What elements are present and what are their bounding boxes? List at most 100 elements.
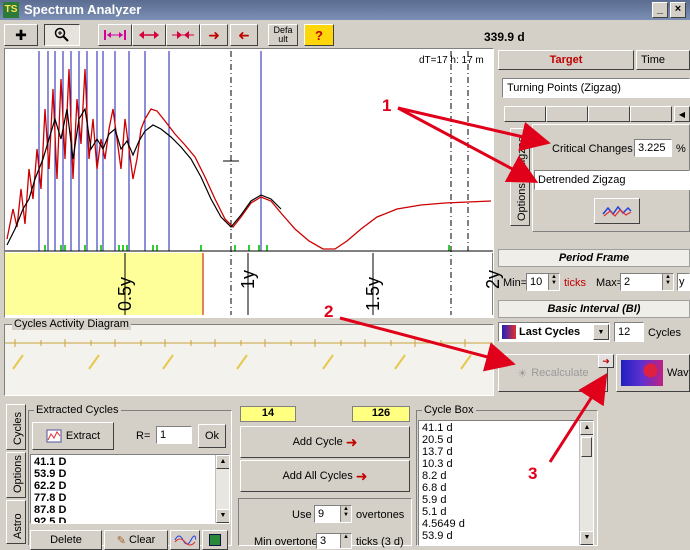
minimize-button[interactable]: _ bbox=[652, 2, 668, 18]
delete-button[interactable]: Delete bbox=[30, 530, 102, 550]
vtab-options[interactable]: Options bbox=[510, 174, 530, 226]
scroll-down-button[interactable]: ▼ bbox=[216, 509, 229, 523]
side-tab-astro[interactable]: Astro bbox=[6, 500, 26, 544]
extracted-list-scrollbar[interactable]: ▲ ▼ bbox=[215, 455, 229, 523]
list-item[interactable]: 6.8 d bbox=[422, 482, 590, 494]
list-item[interactable]: 5.1 d bbox=[422, 506, 590, 518]
max-unit-select[interactable]: y bbox=[677, 273, 690, 291]
list-item[interactable]: 53.9 d bbox=[422, 530, 590, 542]
list-item[interactable]: 4.5649 d bbox=[422, 518, 590, 530]
recalculate-button[interactable]: ☀ Recalculate bbox=[498, 354, 608, 392]
max-period-value: 2 bbox=[624, 276, 631, 288]
cycle-box-list[interactable]: 41.1 d 20.5 d 13.7 d 10.3 d 8.2 d 6.8 d … bbox=[418, 420, 594, 546]
list-item[interactable]: 77.8 D bbox=[34, 492, 226, 504]
detrended-select[interactable]: Detrended Zigzag bbox=[534, 170, 690, 190]
clear-button[interactable]: ✎ Clear bbox=[104, 530, 168, 550]
tab-time[interactable]: Time bbox=[636, 50, 690, 70]
bi-mode-select[interactable]: Last Cycles ▼ bbox=[498, 322, 610, 342]
expand-both-button[interactable] bbox=[132, 24, 166, 46]
bi-mode-dropdown[interactable]: ▼ bbox=[593, 324, 609, 340]
arrow-left-small-icon: ◀ bbox=[678, 109, 686, 119]
add-cycle-button[interactable]: Add Cycle ➜ bbox=[240, 426, 410, 458]
bi-mode-value: Last Cycles bbox=[519, 326, 581, 338]
close-button[interactable]: × bbox=[670, 2, 686, 18]
compress-arrows-icon bbox=[172, 31, 194, 39]
default-button[interactable]: Defa ult bbox=[268, 24, 298, 46]
compress-button[interactable] bbox=[166, 24, 200, 46]
scroll-up-button[interactable]: ▲ bbox=[216, 455, 229, 469]
help-button[interactable]: ? bbox=[304, 24, 334, 46]
max-period-field[interactable]: 2 ▲ ▼ bbox=[620, 273, 674, 291]
basic-interval-title: Basic Interval (BI) bbox=[498, 300, 690, 318]
activity-diagram-title: Cycles Activity Diagram bbox=[12, 318, 131, 330]
crosshair-icon: ✚ bbox=[15, 26, 27, 43]
tab-target[interactable]: Target bbox=[498, 50, 634, 70]
spreadsheet-icon bbox=[209, 534, 221, 546]
list-item[interactable]: 20.5 d bbox=[422, 434, 590, 446]
move-tool-button[interactable]: ✚ bbox=[4, 24, 38, 46]
expand-left-button[interactable] bbox=[98, 24, 132, 46]
wave-label: Wav bbox=[667, 367, 689, 379]
arrow-right-icon: ➜ bbox=[208, 26, 220, 43]
list-item[interactable]: 53.9 D bbox=[34, 468, 226, 480]
extracted-cycles-title: Extracted Cycles bbox=[34, 404, 121, 416]
extract-button[interactable]: Extract bbox=[32, 422, 114, 450]
subtab-scroll-button[interactable]: ◀ bbox=[674, 106, 690, 122]
wave-view-button[interactable] bbox=[170, 530, 200, 550]
export-button[interactable] bbox=[202, 530, 228, 550]
spectrum-chart[interactable]: dT=17 h: 17 m 0.5y 1y 1.5y 2y bbox=[4, 48, 503, 318]
side-tab-options[interactable]: Options bbox=[6, 452, 26, 498]
list-item[interactable]: 62.2 D bbox=[34, 480, 226, 492]
cycles-activity-diagram[interactable] bbox=[4, 324, 494, 396]
list-item[interactable]: 41.1 D bbox=[34, 456, 226, 468]
scroll-left-button[interactable]: ➜ bbox=[230, 24, 258, 46]
wave-button[interactable]: Wav bbox=[616, 354, 690, 392]
subtab-3[interactable] bbox=[588, 106, 630, 122]
annotation-2: 2 bbox=[324, 302, 334, 321]
recalculate-label: Recalculate bbox=[531, 367, 589, 379]
vtab-zigzag[interactable]: Zigzag bbox=[510, 128, 530, 174]
r-field[interactable]: 1 bbox=[156, 426, 192, 444]
scroll-right-button[interactable]: ➜ bbox=[200, 24, 228, 46]
subtab-4[interactable] bbox=[630, 106, 672, 122]
window-title: Spectrum Analyzer bbox=[24, 2, 142, 17]
side-tab-options-label: Options bbox=[12, 455, 24, 493]
extracted-cycles-list[interactable]: 41.1 D 53.9 D 62.2 D 77.8 D 87.8 D 92.5 … bbox=[30, 454, 230, 524]
max-spin-button[interactable]: ▲ ▼ bbox=[662, 274, 673, 290]
scroll-up-button[interactable]: ▲ bbox=[580, 421, 593, 435]
side-tab-cycles[interactable]: Cycles bbox=[6, 404, 26, 450]
brush-icon: ✎ bbox=[116, 534, 126, 547]
list-item[interactable]: 10.3 d bbox=[422, 458, 590, 470]
list-item[interactable]: 13.7 d bbox=[422, 446, 590, 458]
bi-count-field[interactable]: 12 bbox=[614, 322, 644, 342]
count-left-badge: 14 bbox=[240, 406, 296, 422]
ok-button[interactable]: Ok bbox=[198, 424, 226, 448]
list-item[interactable]: 92.5 D bbox=[34, 516, 226, 523]
zigzag-preview-button[interactable] bbox=[594, 198, 640, 224]
list-item[interactable]: 87.8 D bbox=[34, 504, 226, 516]
scroll-down-button[interactable]: ▼ bbox=[580, 531, 593, 545]
count-right-badge: 126 bbox=[352, 406, 410, 422]
min-period-field[interactable]: 10 ▲ ▼ bbox=[526, 273, 560, 291]
ticks-label: ticks bbox=[564, 277, 586, 289]
bi-mode-color-icon bbox=[502, 325, 516, 339]
zoom-tool-button[interactable] bbox=[44, 24, 80, 46]
cycle-box-scrollbar[interactable]: ▲ ▼ bbox=[579, 421, 593, 545]
target-select[interactable]: Turning Points (Zigzag) bbox=[502, 78, 690, 98]
zigzag-wave-icon bbox=[602, 205, 632, 217]
time-readout: dT=17 h: 17 m bbox=[419, 55, 484, 66]
overtones-spin-button[interactable]: ▲ ▼ bbox=[340, 506, 351, 522]
min-spin-button[interactable]: ▲ ▼ bbox=[548, 274, 559, 290]
critical-changes-field[interactable]: 3.225 bbox=[634, 139, 672, 157]
subtab-2[interactable] bbox=[546, 106, 588, 122]
list-item[interactable]: 41.1 d bbox=[422, 422, 590, 434]
scroll-thumb[interactable] bbox=[581, 437, 592, 457]
overtones-field[interactable]: 9 ▲ ▼ bbox=[314, 505, 352, 523]
subtab-1[interactable] bbox=[504, 106, 546, 122]
list-item[interactable]: 5.9 d bbox=[422, 494, 590, 506]
recalculate-options-button[interactable]: ➜ bbox=[598, 354, 614, 368]
side-tab-astro-label: Astro bbox=[12, 513, 24, 539]
list-item[interactable]: 8.2 d bbox=[422, 470, 590, 482]
add-all-cycles-button[interactable]: Add All Cycles ➜ bbox=[240, 460, 410, 492]
min-overtone-field[interactable]: 3 ▲ bbox=[316, 533, 352, 549]
